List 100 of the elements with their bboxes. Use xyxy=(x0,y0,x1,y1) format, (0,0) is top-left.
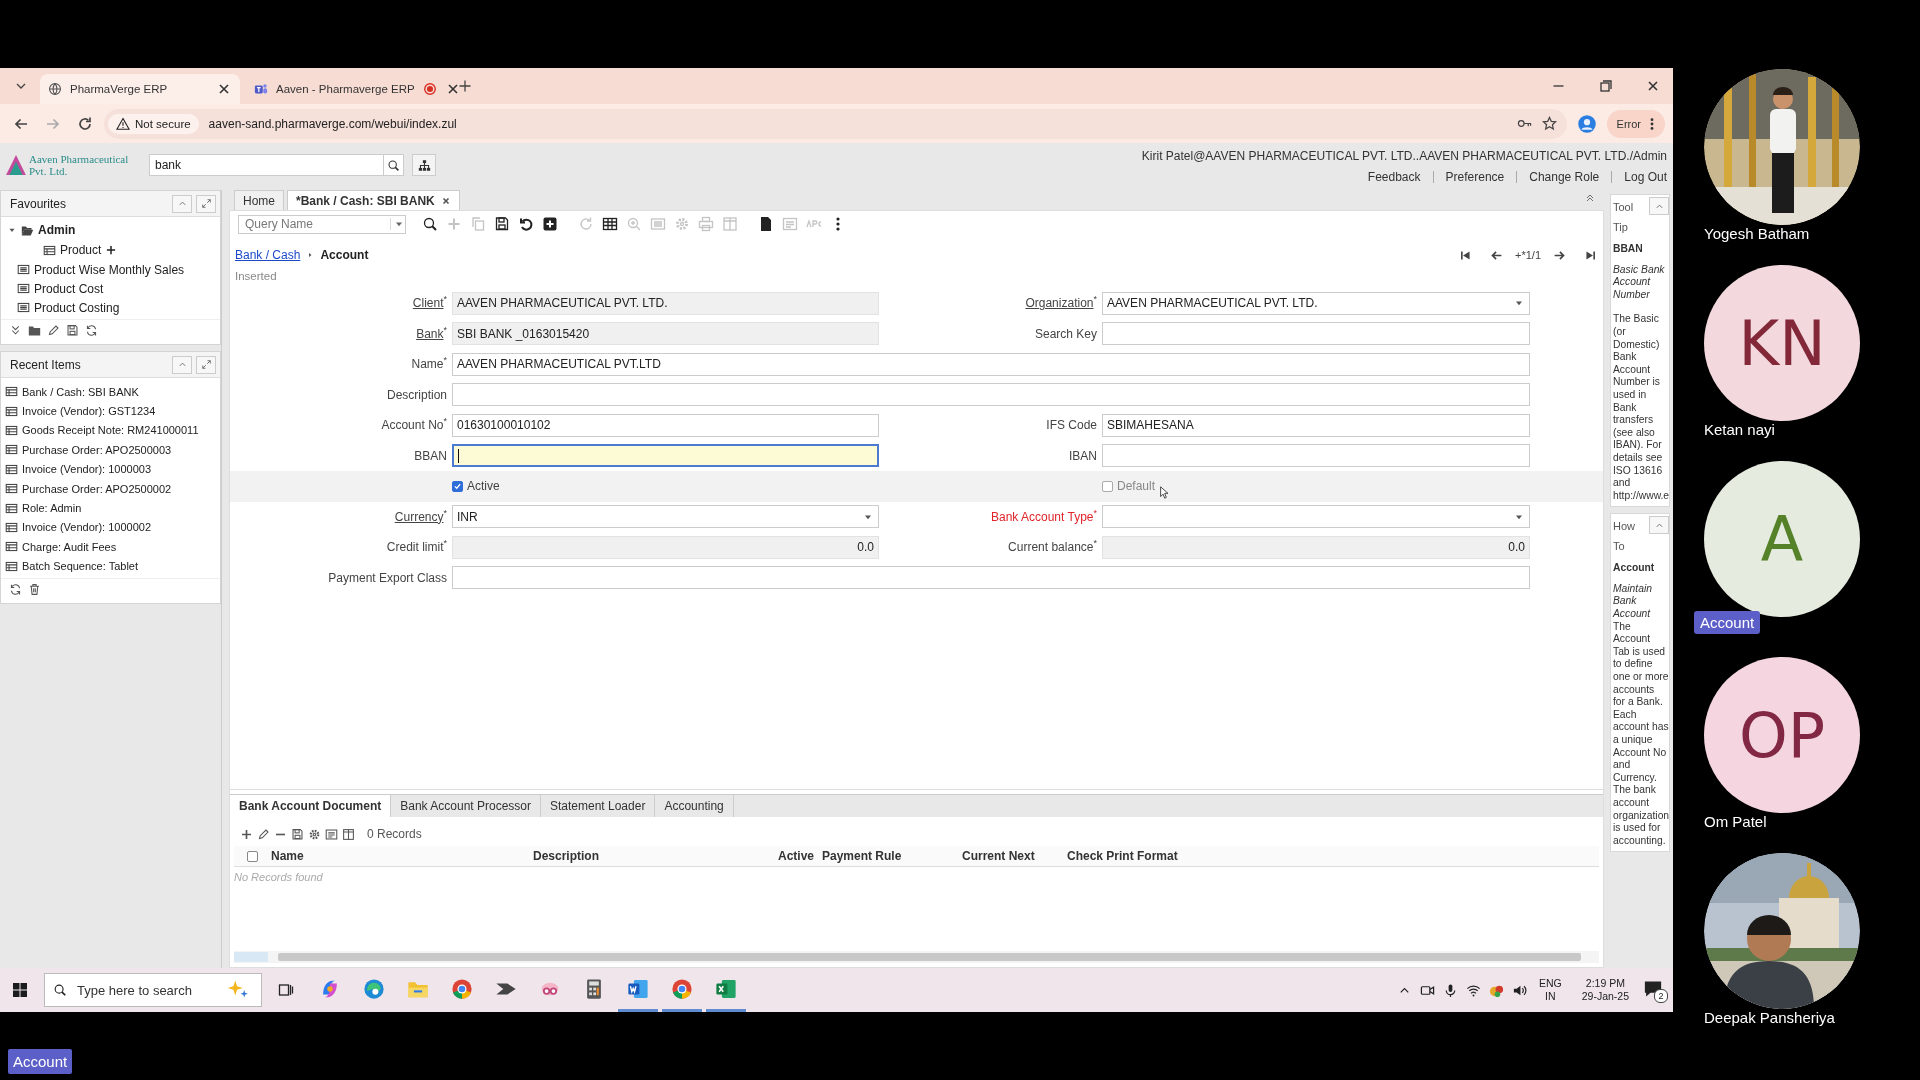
detail-tab[interactable]: Accounting xyxy=(655,795,734,817)
recent-item[interactable]: Invoice (Vendor): 1000003 xyxy=(5,459,220,479)
detail-tab[interactable]: Statement Loader xyxy=(541,795,656,817)
tree-item[interactable]: Product Cost xyxy=(7,279,220,298)
tab-title[interactable]: PharmaVerge ERP xyxy=(70,83,208,95)
tree-item[interactable]: Product Wise Monthly Sales xyxy=(7,260,220,279)
query-dropdown[interactable]: Query Name xyxy=(238,214,406,234)
panel-icon[interactable] xyxy=(342,827,355,841)
input-field[interactable]: SBIMAHESANA xyxy=(1102,413,1530,437)
tree-item[interactable]: Product Costing xyxy=(7,298,220,317)
input-field[interactable] xyxy=(1102,322,1530,346)
help-title: How To xyxy=(1613,519,1636,555)
recent-item[interactable]: Purchase Order: APO2500003 xyxy=(5,440,220,460)
undo-icon[interactable] xyxy=(518,216,534,232)
maximize-button[interactable] xyxy=(196,194,216,213)
previous-record-icon[interactable] xyxy=(1490,248,1503,262)
recent-item[interactable]: Role: Admin xyxy=(5,498,220,518)
taskbar-search[interactable]: Type here to search xyxy=(44,973,262,1007)
tab-title[interactable]: Aaven - Pharmaverge ERP xyxy=(276,83,415,95)
empty-message: No Records found xyxy=(233,870,324,883)
column-header[interactable]: Current Next xyxy=(960,849,1065,863)
panel-title: Favourites xyxy=(10,196,67,211)
field-label: Bank Account Type$^{*}$ xyxy=(990,509,1097,524)
clock[interactable]: 2:19 PM 29-Jan-25 xyxy=(1581,977,1629,1003)
column-header[interactable]: Description xyxy=(531,849,776,863)
save-icon[interactable] xyxy=(494,216,510,232)
search-icon[interactable] xyxy=(422,216,438,232)
dropdown-field[interactable]: INR xyxy=(452,505,879,529)
field-label[interactable]: Currency$^{*}$ xyxy=(394,509,447,524)
sync-icon xyxy=(85,324,98,337)
tree-item[interactable]: Admin xyxy=(7,220,220,240)
detail-tab[interactable]: Bank Account Processor xyxy=(391,795,541,817)
recent-item[interactable]: Purchase Order: APO2500002 xyxy=(5,478,220,499)
input-field[interactable] xyxy=(452,566,1530,590)
checkbox[interactable] xyxy=(452,480,463,492)
field-label[interactable]: Client$^{*}$ xyxy=(412,296,447,311)
recent-item[interactable]: Bank / Cash: SBI BANK xyxy=(5,382,220,402)
window-icon xyxy=(5,462,18,476)
recent-item[interactable]: Invoice (Vendor): GST1234 xyxy=(5,401,220,421)
header-link[interactable]: Change Role xyxy=(1529,170,1600,184)
recent-item[interactable]: Batch Sequence: Tablet xyxy=(5,556,220,576)
save-icon[interactable] xyxy=(291,827,304,841)
column-header[interactable]: Payment Rule xyxy=(820,849,960,863)
profile-status-button[interactable]: Error xyxy=(1606,109,1665,138)
scrollbar[interactable] xyxy=(234,951,1599,963)
profile-icon[interactable] xyxy=(1576,113,1597,134)
header-link[interactable]: Feedback xyxy=(1367,170,1421,184)
maximize-button[interactable] xyxy=(196,355,216,374)
input-field[interactable]: 01630100010102 xyxy=(452,413,879,437)
field-label: Payment Export Class xyxy=(328,570,447,585)
window-tab[interactable]: Home xyxy=(234,190,284,210)
language-indicator[interactable]: ENG IN xyxy=(1538,977,1562,1003)
add-box-icon[interactable] xyxy=(542,216,558,232)
plus-icon[interactable] xyxy=(105,244,118,256)
tree-item[interactable]: Product xyxy=(33,240,220,260)
last-record-icon[interactable] xyxy=(1584,248,1597,262)
list-icon[interactable] xyxy=(325,827,338,841)
column-header[interactable]: Name xyxy=(269,849,531,863)
field-label: Account No$^{*}$ xyxy=(381,418,447,433)
address-bar[interactable]: Not secure aaven-sand.pharmaverge.com/webui/index.zul xyxy=(104,108,1567,139)
detail-tab[interactable]: Bank Account Document xyxy=(230,795,392,817)
edit-icon[interactable] xyxy=(257,827,270,841)
input-field[interactable]: AAVEN PHARMACEUTICAL PVT.LTD xyxy=(452,352,1530,376)
dropdown-field[interactable]: AAVEN PHARMACEUTICAL PVT. LTD. xyxy=(1102,291,1530,315)
column-header[interactable]: Check Print Format xyxy=(1065,849,1485,863)
checkbox[interactable] xyxy=(1102,480,1113,492)
checkbox-label[interactable]: Active xyxy=(467,479,500,494)
gear-icon[interactable] xyxy=(308,827,321,841)
star-icon[interactable] xyxy=(1541,116,1557,131)
breadcrumb-link[interactable]: Bank / Cash xyxy=(235,248,301,262)
reload-icon xyxy=(77,115,93,132)
plus-icon[interactable] xyxy=(240,827,253,841)
logo-text: Aaven Pharmaceutical Pvt. Ltd. xyxy=(29,153,130,177)
browser-tab[interactable]: Aaven - Pharmaverge ERP xyxy=(246,74,446,104)
column-header[interactable]: Active xyxy=(776,849,820,863)
dropdown-field[interactable] xyxy=(1102,505,1530,529)
field-label: IFS Code xyxy=(1046,418,1097,433)
close-icon[interactable] xyxy=(440,195,451,206)
grid-icon[interactable] xyxy=(602,216,618,232)
header-link[interactable]: Preference xyxy=(1445,170,1505,184)
next-record-icon[interactable] xyxy=(1553,248,1566,262)
input-field[interactable] xyxy=(452,444,879,468)
url-text[interactable]: aaven-sand.pharmaverge.com/webui/index.zul xyxy=(208,116,457,131)
field-label[interactable]: Organization$^{*}$ xyxy=(1025,296,1097,311)
collapse-icon[interactable] xyxy=(1584,192,1596,204)
first-record-icon[interactable] xyxy=(1459,248,1472,262)
menu-tree-button[interactable] xyxy=(412,154,436,176)
wifi-icon[interactable] xyxy=(1465,982,1481,998)
window-tab[interactable]: *Bank / Cash: SBI BANK xyxy=(287,190,460,210)
field-label[interactable]: Bank$^{*}$ xyxy=(416,326,447,341)
search-field[interactable]: bank xyxy=(149,154,404,176)
input-field[interactable] xyxy=(452,383,1530,407)
recent-item[interactable]: Invoice (Vendor): 1000002 xyxy=(5,517,220,538)
document-icon[interactable] xyxy=(758,216,774,232)
input-field[interactable] xyxy=(1102,444,1530,468)
header-link[interactable]: Log Out xyxy=(1624,170,1667,184)
recent-item[interactable]: Charge: Audit Fees xyxy=(5,537,220,557)
select-all-checkbox[interactable] xyxy=(247,850,258,862)
recent-item[interactable]: Goods Receipt Note: RM241000011 xyxy=(5,420,220,441)
browser-tab[interactable]: PharmaVerge ERP xyxy=(40,74,240,104)
